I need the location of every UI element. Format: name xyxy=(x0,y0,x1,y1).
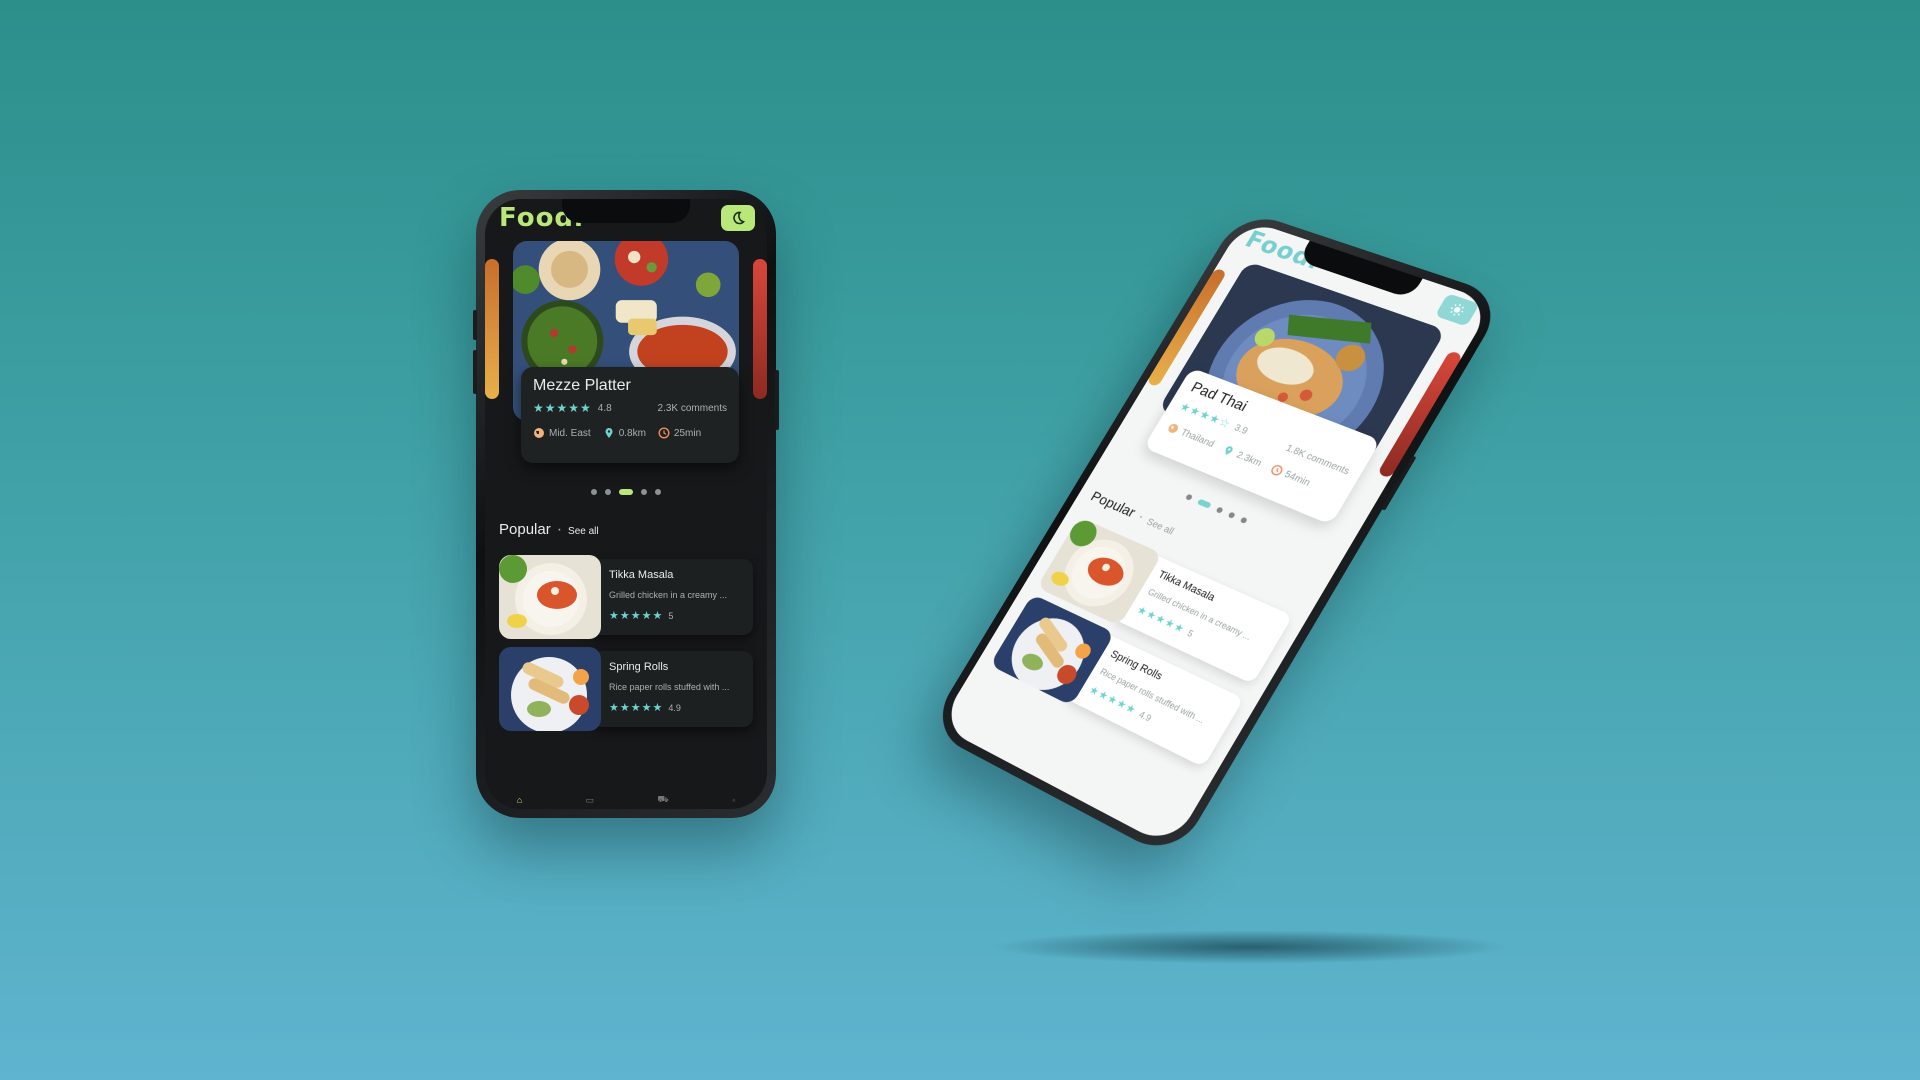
cuisine-label: Mid. East xyxy=(549,427,591,439)
carousel-dot[interactable] xyxy=(655,489,661,495)
star-rating: ★★★★★ xyxy=(609,702,664,714)
app-screen-dark: Foodi Mezze Platter ★★★★★ 4.8 2.3K comme… xyxy=(485,199,767,809)
theme-toggle-button[interactable] xyxy=(721,205,755,231)
rating-value: 4.9 xyxy=(1137,708,1154,723)
sun-icon xyxy=(1447,302,1467,319)
cart-icon[interactable]: ⛟ xyxy=(657,794,668,806)
comments-count[interactable]: 2.3K comments xyxy=(658,403,727,414)
rating-value: 5 xyxy=(1185,627,1196,639)
rating-value: 3.9 xyxy=(1232,422,1250,437)
featured-title: Mezze Platter xyxy=(533,377,631,394)
popular-list: Tikka Masala Grilled chicken in a creamy… xyxy=(985,516,1295,778)
cuisine-meta: Mid. East xyxy=(533,427,591,439)
home-icon[interactable]: ⌂ xyxy=(517,795,522,805)
volume-down-button xyxy=(473,350,477,394)
item-description: Grilled chicken in a creamy ... xyxy=(609,590,728,600)
featured-card[interactable]: Mezze Platter ★★★★★ 4.8 2.3K comments Mi… xyxy=(521,367,739,463)
carousel-dot[interactable] xyxy=(1215,506,1224,514)
phone-dark-mockup: Foodi Mezze Platter ★★★★★ 4.8 2.3K comme… xyxy=(473,190,779,818)
power-button xyxy=(775,370,779,430)
rating-value: 5 xyxy=(668,610,674,621)
carousel-dot[interactable] xyxy=(1184,493,1194,501)
featured-rating-row: ★★★★★ 4.8 2.3K comments xyxy=(533,401,727,415)
distance-label: 0.8km xyxy=(618,427,646,439)
notch xyxy=(562,199,690,223)
time-label: 54min xyxy=(1282,468,1313,489)
item-title: Tikka Masala xyxy=(609,569,674,581)
item-rating: ★★★★★ 4.9 xyxy=(609,701,743,714)
time-meta: 25min xyxy=(658,427,701,439)
distance-meta: 0.8km xyxy=(603,427,646,439)
distance-meta: 2.3km xyxy=(1221,444,1264,469)
carousel-dot[interactable] xyxy=(605,489,611,495)
profile-icon[interactable]: ◦ xyxy=(732,795,735,805)
carousel-dot[interactable] xyxy=(1227,511,1236,519)
item-description: Rice paper rolls stuffed with ... xyxy=(609,682,730,692)
star-rating: ★★★★★ xyxy=(609,610,664,622)
app-screen-light: Foodi Pad Thai ★★★★☆ 3.9 1.8K comments T… xyxy=(938,219,1495,849)
cuisine-label: Thailand xyxy=(1178,427,1217,450)
popular-section-header: Popular · See all xyxy=(499,521,599,539)
item-rating: ★★★★★ 5 xyxy=(609,609,743,622)
item-image-spring-rolls xyxy=(499,647,601,731)
location-pin-icon xyxy=(1221,444,1237,458)
separator-dot: · xyxy=(556,521,563,538)
carousel-dot[interactable] xyxy=(1239,516,1248,525)
bottom-nav: ⌂ ▭ ⛟ ◦ xyxy=(485,791,767,809)
phone-light-mockup: Foodi Pad Thai ★★★★☆ 3.9 1.8K comments T… xyxy=(927,209,1508,861)
time-label: 25min xyxy=(673,427,702,439)
star-rating: ★★★★★ xyxy=(533,401,592,415)
popular-list: Tikka Masala Grilled chicken in a creamy… xyxy=(499,555,753,739)
volume-up-button xyxy=(473,310,477,340)
list-item[interactable]: Tikka Masala Grilled chicken in a creamy… xyxy=(499,555,753,639)
carousel-dot[interactable] xyxy=(641,489,647,495)
carousel-dot[interactable] xyxy=(591,489,597,495)
item-card[interactable]: Tikka Masala Grilled chicken in a creamy… xyxy=(591,559,753,635)
carousel-dot-active[interactable] xyxy=(1196,498,1212,509)
section-title: Popular xyxy=(499,521,551,538)
location-pin-icon xyxy=(603,427,615,439)
featured-carousel[interactable]: Mezze Platter ★★★★★ 4.8 2.3K comments Mi… xyxy=(485,241,767,463)
featured-meta-row: Mid. East 0.8km 25min xyxy=(533,427,727,439)
section-title: Popular xyxy=(1087,488,1139,521)
carousel-prev-peek[interactable] xyxy=(485,259,499,399)
list-item[interactable]: Spring Rolls Rice paper rolls stuffed wi… xyxy=(499,647,753,731)
rating-value: 4.9 xyxy=(668,702,681,713)
carousel-next-peek[interactable] xyxy=(753,259,767,399)
see-all-link[interactable]: See all xyxy=(568,526,599,537)
carousel-dot-active[interactable] xyxy=(619,489,633,495)
clock-icon xyxy=(1268,463,1285,478)
globe-icon xyxy=(533,427,545,439)
phone-shadow xyxy=(990,930,1510,964)
item-image-tikka xyxy=(499,555,601,639)
cuisine-meta: Thailand xyxy=(1165,421,1216,449)
item-card[interactable]: Spring Rolls Rice paper rolls stuffed wi… xyxy=(591,651,753,727)
moon-icon xyxy=(731,211,745,225)
time-meta: 54min xyxy=(1268,463,1312,489)
theme-toggle-button[interactable] xyxy=(1434,293,1480,327)
globe-icon xyxy=(1165,421,1181,435)
carousel-indicator xyxy=(485,489,767,495)
item-title: Spring Rolls xyxy=(609,661,669,673)
see-all-link[interactable]: See all xyxy=(1144,517,1175,537)
distance-label: 2.3km xyxy=(1234,449,1264,469)
bookmark-icon[interactable]: ▭ xyxy=(586,795,595,806)
rating-value: 4.8 xyxy=(597,402,612,414)
clock-icon xyxy=(658,427,670,439)
